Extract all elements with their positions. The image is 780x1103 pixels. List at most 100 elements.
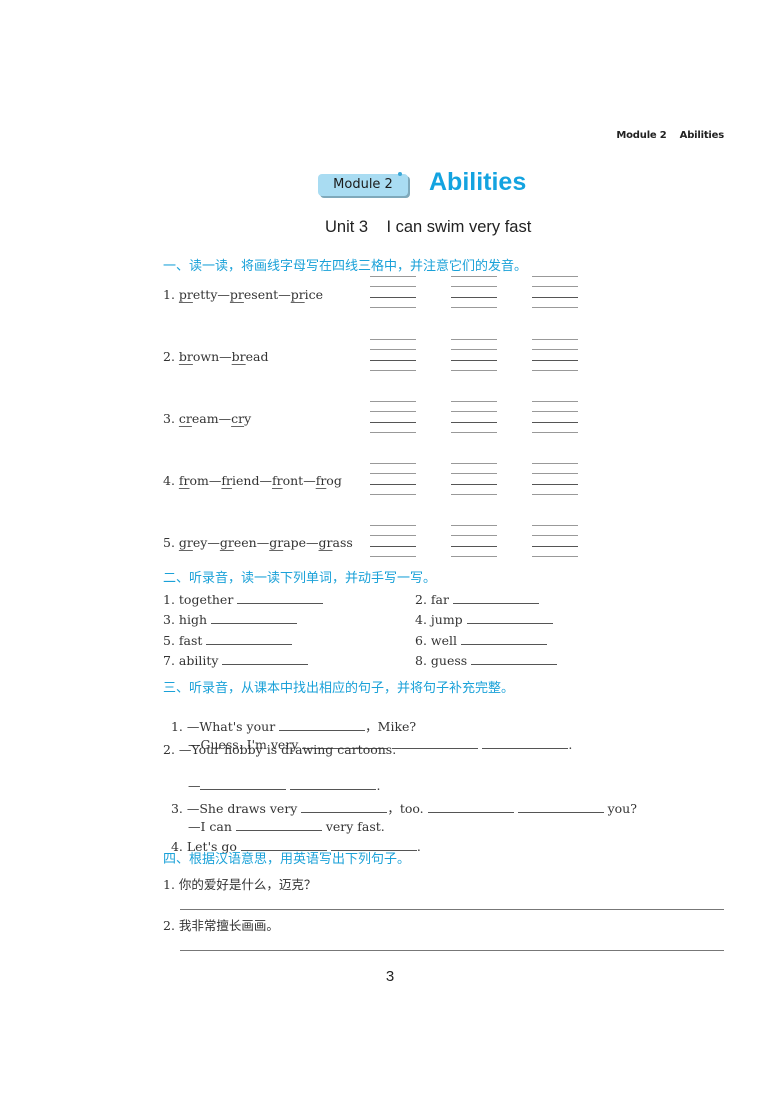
word-rest: eam [191, 411, 219, 426]
section-3-heading: 三、听录音，从课本中找出相应的句子，并将句子补充完整。 [163, 681, 515, 696]
answer-blank[interactable] [452, 593, 539, 604]
s1-item: 3. cream—cry [163, 411, 251, 426]
s4-answer-line-2[interactable] [180, 950, 724, 951]
s1-item: 4. from—friend—front—frog [163, 473, 342, 488]
underlined-letters: pr [229, 287, 244, 302]
s2-item-label: 1. together [163, 592, 234, 607]
s3-q4-tail: . [416, 839, 421, 854]
four-line-grid[interactable] [370, 525, 416, 557]
underlined-letters: cr [231, 411, 245, 426]
underlined-letters: gr [178, 535, 193, 550]
answer-blank[interactable] [466, 613, 553, 624]
underlined-letters: fr [315, 473, 327, 488]
s2-item-label: 2. far [415, 592, 449, 607]
four-line-grid[interactable] [532, 463, 578, 495]
four-line-grid[interactable] [370, 463, 416, 495]
four-line-grid[interactable] [451, 276, 497, 308]
underlined-letters: fr [178, 473, 190, 488]
four-line-grid[interactable] [370, 276, 416, 308]
s3-q1b-tail: . [568, 737, 573, 752]
four-line-grid[interactable] [532, 525, 578, 557]
s3-q3a-tail: you? [603, 801, 637, 816]
word-rest: ice [304, 287, 324, 302]
answer-blank[interactable] [517, 802, 604, 813]
s1-item: 1. pretty—present—price [163, 287, 323, 302]
underlined-letters: fr [271, 473, 283, 488]
running-header: Module 2 Abilities [616, 130, 724, 141]
answer-blank[interactable] [471, 654, 558, 665]
word-rest: ont [282, 473, 304, 488]
four-line-grid[interactable] [451, 525, 497, 557]
s2-item: 4. jump [415, 612, 553, 627]
s1-item: 5. grey—green—grape—grass [163, 535, 353, 550]
dash-separator: — [256, 535, 270, 550]
four-line-grid[interactable] [532, 401, 578, 433]
four-line-grid[interactable] [451, 339, 497, 371]
s2-item: 1. together [163, 592, 324, 607]
word-rest: esent [243, 287, 279, 302]
s2-item-label: 7. ability [163, 653, 219, 668]
section-1-heading: 一、读一读，将画线字母写在四线三格中，并注意它们的发音。 [163, 259, 528, 274]
underlined-letters: br [178, 349, 193, 364]
module-badge: Module 2 [318, 172, 408, 196]
four-line-grid[interactable] [451, 463, 497, 495]
dash-separator: — [217, 287, 230, 302]
s2-item-label: 3. high [163, 612, 208, 627]
page-number: 3 [385, 968, 395, 985]
answer-blank[interactable] [237, 593, 324, 604]
answer-blank[interactable] [206, 634, 293, 645]
s2-item: 5. fast [163, 633, 293, 648]
underlined-letters: fr [221, 473, 233, 488]
four-line-grid[interactable] [370, 339, 416, 371]
module-title: Abilities [429, 168, 527, 196]
unit-title: Unit 3 I can swim very fast [325, 218, 532, 236]
answer-blank[interactable] [482, 738, 569, 749]
word-rest: een [233, 535, 257, 550]
word-rest: ape [283, 535, 307, 550]
dash-separator: — [278, 287, 291, 302]
four-line-grid[interactable] [451, 401, 497, 433]
s4-answer-line-1[interactable] [180, 909, 724, 910]
s3-q3a-mid: ，too. [387, 801, 428, 816]
dash-separator: — [259, 473, 272, 488]
four-line-grid[interactable] [370, 401, 416, 433]
answer-blank[interactable] [211, 613, 297, 624]
word-rest: own [192, 349, 220, 364]
dash-separator: — [207, 535, 220, 550]
s4-item-1: 1. 你的爱好是什么，迈克？ [163, 877, 317, 892]
s2-item-label: 5. fast [163, 633, 203, 648]
answer-blank[interactable] [460, 634, 547, 645]
s2-item: 3. high [163, 612, 297, 627]
answer-blank[interactable] [222, 654, 309, 665]
underlined-letters: gr [219, 535, 234, 550]
four-line-grid[interactable] [532, 276, 578, 308]
s3-q2a: 2. —Your hobby is drawing cartoons. [163, 742, 397, 757]
s4-item-2: 2. 我非常擅长画画。 [163, 918, 279, 933]
underlined-letters: gr [269, 535, 284, 550]
underlined-letters: br [231, 349, 246, 364]
four-line-grid[interactable] [532, 339, 578, 371]
dash-separator: — [303, 473, 316, 488]
s2-item: 6. well [415, 633, 547, 648]
s2-item-label: 8. guess [415, 653, 468, 668]
s1-item-number: 3. [163, 411, 179, 426]
s1-item-number: 4. [163, 473, 179, 488]
s2-item-label: 4. jump [415, 612, 463, 627]
section-4-heading: 四、根据汉语意思，用英语写出下列句子。 [163, 852, 411, 867]
dash-separator: — [306, 535, 319, 550]
s2-item-label: 6. well [415, 633, 457, 648]
badge-dot-icon [398, 172, 402, 176]
answer-blank[interactable] [427, 802, 514, 813]
word-rest: iend [232, 473, 260, 488]
s2-item: 8. guess [415, 653, 558, 668]
word-rest: og [326, 473, 342, 488]
underlined-letters: pr [290, 287, 305, 302]
module-badge-label: Module 2 [333, 177, 393, 192]
dash-separator: — [208, 473, 222, 488]
word-rest: om [189, 473, 209, 488]
dash-separator: — [219, 349, 232, 364]
word-rest: y [244, 411, 252, 426]
answer-blank[interactable] [392, 738, 479, 749]
s1-item: 2. brown—bread [163, 349, 269, 364]
underlined-letters: pr [178, 287, 193, 302]
